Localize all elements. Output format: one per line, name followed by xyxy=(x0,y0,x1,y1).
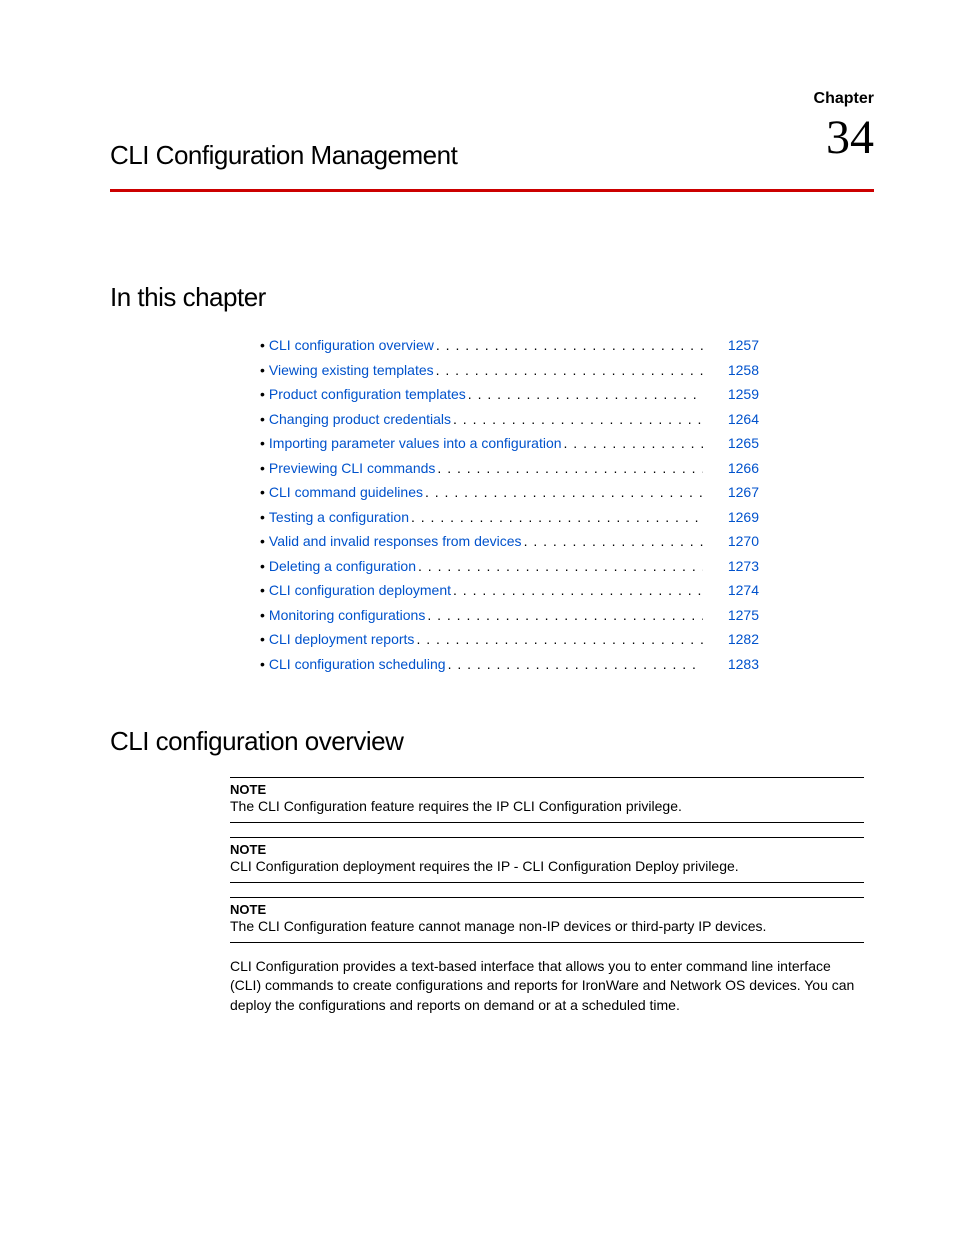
section-body: NOTEThe CLI Configuration feature requir… xyxy=(230,777,864,1015)
toc-link[interactable]: CLI command guidelines xyxy=(269,480,423,505)
toc-link[interactable]: Valid and invalid responses from devices xyxy=(269,529,522,554)
toc-row: •Monitoring configurations 1275 xyxy=(260,603,759,628)
toc-page-number[interactable]: 1258 xyxy=(715,358,759,383)
toc-row: •CLI configuration deployment 1274 xyxy=(260,578,759,603)
toc-row: •CLI configuration scheduling 1283 xyxy=(260,652,759,677)
toc-leader-dots xyxy=(436,333,703,358)
toc-link[interactable]: CLI configuration overview xyxy=(269,333,434,358)
toc-leader-dots xyxy=(436,358,703,383)
toc-row: •Changing product credentials 1264 xyxy=(260,407,759,432)
toc-link[interactable]: Product configuration templates xyxy=(269,382,466,407)
note-text: The CLI Configuration feature requires t… xyxy=(230,797,864,816)
bullet-icon: • xyxy=(260,407,265,432)
toc-link[interactable]: Testing a configuration xyxy=(269,505,409,530)
toc-row: •CLI configuration overview 1257 xyxy=(260,333,759,358)
toc-leader-dots xyxy=(564,431,703,456)
chapter-label: Chapter xyxy=(814,90,874,108)
toc-row: •Viewing existing templates 1258 xyxy=(260,358,759,383)
toc-row: •Testing a configuration 1269 xyxy=(260,505,759,530)
toc-row: •CLI command guidelines 1267 xyxy=(260,480,759,505)
note-label: NOTE xyxy=(230,902,864,917)
note-box: NOTECLI Configuration deployment require… xyxy=(230,837,864,883)
toc-link[interactable]: Changing product credentials xyxy=(269,407,451,432)
bullet-icon: • xyxy=(260,358,265,383)
toc-page-number[interactable]: 1270 xyxy=(715,529,759,554)
bullet-icon: • xyxy=(260,603,265,628)
toc-leader-dots xyxy=(411,505,703,530)
bullet-icon: • xyxy=(260,554,265,579)
bullet-icon: • xyxy=(260,456,265,481)
toc-link[interactable]: Viewing existing templates xyxy=(269,358,434,383)
toc-page-number[interactable]: 1274 xyxy=(715,578,759,603)
toc-page-number[interactable]: 1282 xyxy=(715,627,759,652)
toc-link[interactable]: Importing parameter values into a config… xyxy=(269,431,562,456)
toc-leader-dots xyxy=(437,456,703,481)
toc-link[interactable]: Deleting a configuration xyxy=(269,554,416,579)
toc-leader-dots xyxy=(425,480,703,505)
toc-leader-dots xyxy=(524,529,703,554)
toc-page-number[interactable]: 1257 xyxy=(715,333,759,358)
toc-row: •Valid and invalid responses from device… xyxy=(260,529,759,554)
toc-leader-dots xyxy=(416,627,703,652)
toc-link[interactable]: CLI configuration scheduling xyxy=(269,652,446,677)
toc-page-number[interactable]: 1265 xyxy=(715,431,759,456)
note-text: CLI Configuration deployment requires th… xyxy=(230,857,864,876)
toc-link[interactable]: Monitoring configurations xyxy=(269,603,425,628)
toc-page-number[interactable]: 1266 xyxy=(715,456,759,481)
toc-leader-dots xyxy=(468,382,703,407)
chapter-title: CLI Configuration Management xyxy=(110,140,874,171)
bullet-icon: • xyxy=(260,505,265,530)
note-text: The CLI Configuration feature cannot man… xyxy=(230,917,864,936)
note-box: NOTEThe CLI Configuration feature cannot… xyxy=(230,897,864,943)
toc-link[interactable]: CLI deployment reports xyxy=(269,627,415,652)
bullet-icon: • xyxy=(260,652,265,677)
body-paragraph: CLI Configuration provides a text-based … xyxy=(230,957,864,1016)
toc-page-number[interactable]: 1275 xyxy=(715,603,759,628)
toc-leader-dots xyxy=(453,578,703,603)
toc-row: •Importing parameter values into a confi… xyxy=(260,431,759,456)
toc-page-number[interactable]: 1273 xyxy=(715,554,759,579)
toc-page-number[interactable]: 1269 xyxy=(715,505,759,530)
toc-page-number[interactable]: 1283 xyxy=(715,652,759,677)
chapter-number: 34 xyxy=(826,110,874,165)
toc-leader-dots xyxy=(453,407,703,432)
toc-page-number[interactable]: 1267 xyxy=(715,480,759,505)
toc-heading: In this chapter xyxy=(110,282,874,313)
bullet-icon: • xyxy=(260,382,265,407)
note-label: NOTE xyxy=(230,842,864,857)
toc-row: •Product configuration templates 1259 xyxy=(260,382,759,407)
bullet-icon: • xyxy=(260,627,265,652)
bullet-icon: • xyxy=(260,529,265,554)
toc-link[interactable]: CLI configuration deployment xyxy=(269,578,451,603)
toc-leader-dots xyxy=(448,652,703,677)
bullet-icon: • xyxy=(260,480,265,505)
toc-row: •CLI deployment reports 1282 xyxy=(260,627,759,652)
toc-link[interactable]: Previewing CLI commands xyxy=(269,456,436,481)
note-box: NOTEThe CLI Configuration feature requir… xyxy=(230,777,864,823)
toc-row: •Previewing CLI commands 1266 xyxy=(260,456,759,481)
bullet-icon: • xyxy=(260,578,265,603)
toc-leader-dots xyxy=(418,554,703,579)
chapter-rule xyxy=(110,189,874,192)
bullet-icon: • xyxy=(260,431,265,456)
toc-leader-dots xyxy=(427,603,703,628)
note-label: NOTE xyxy=(230,782,864,797)
section-heading: CLI configuration overview xyxy=(110,726,874,757)
table-of-contents: •CLI configuration overview1257•Viewing … xyxy=(260,333,759,676)
bullet-icon: • xyxy=(260,333,265,358)
toc-page-number[interactable]: 1264 xyxy=(715,407,759,432)
toc-page-number[interactable]: 1259 xyxy=(715,382,759,407)
toc-row: •Deleting a configuration 1273 xyxy=(260,554,759,579)
